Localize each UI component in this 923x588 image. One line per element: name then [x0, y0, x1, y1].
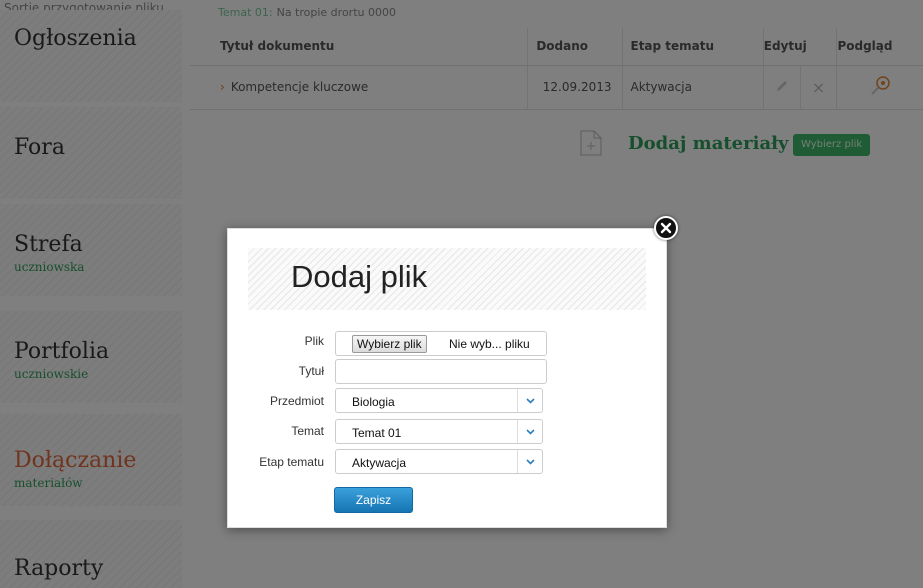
add-file-dialog: Dodaj plik Plik Wybierz plik Nie wyb... … [227, 228, 667, 528]
close-icon [660, 222, 672, 234]
choose-file-button[interactable]: Wybierz plik [352, 335, 427, 353]
file-status: Nie wyb... pliku [449, 337, 530, 351]
stage-value: Aktywacja [352, 456, 407, 470]
file-input[interactable]: Wybierz plik Nie wyb... pliku [335, 331, 547, 356]
topic-label: Temat [291, 424, 324, 438]
subject-value: Biologia [352, 395, 395, 409]
chevron-down-icon [517, 389, 542, 412]
subject-select[interactable]: Biologia [335, 388, 543, 413]
chevron-down-icon [517, 450, 542, 473]
stage-select[interactable]: Aktywacja [335, 449, 543, 474]
chevron-down-icon [517, 420, 542, 443]
save-button[interactable]: Zapisz [334, 487, 413, 513]
dialog-title: Dodaj plik [291, 259, 428, 294]
subject-label: Przedmiot [269, 394, 324, 408]
topic-value: Temat 01 [352, 426, 402, 440]
close-dialog-button[interactable] [654, 216, 678, 240]
dialog-header: Dodaj plik [248, 248, 646, 310]
topic-select[interactable]: Temat 01 [335, 419, 543, 444]
title-label: Tytuł [298, 364, 324, 378]
file-label: Plik [304, 334, 324, 348]
stage-label: Etap tematu [259, 455, 324, 469]
title-input[interactable] [335, 359, 547, 384]
